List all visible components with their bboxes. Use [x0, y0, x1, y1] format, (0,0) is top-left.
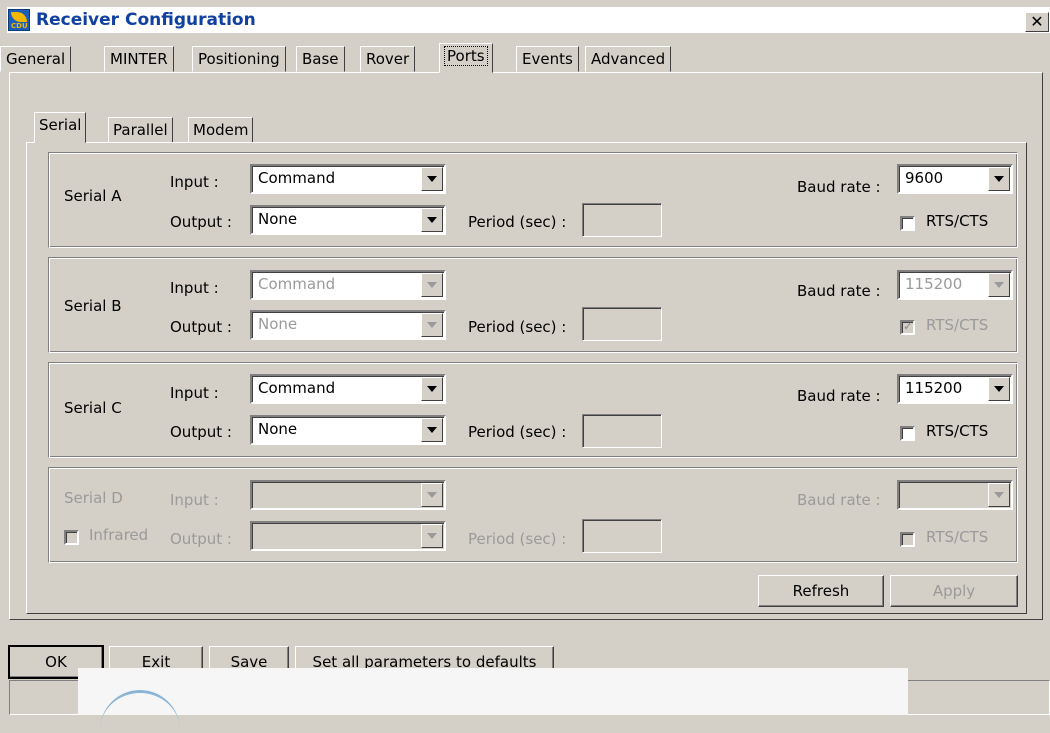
serial-c-baud-select[interactable]: 115200 — [897, 374, 1013, 404]
chevron-down-icon[interactable] — [421, 273, 443, 297]
chevron-down-icon[interactable] — [421, 377, 443, 401]
cdu-app-icon: CDU — [8, 9, 30, 31]
chevron-down-icon[interactable] — [421, 208, 443, 232]
tab-base[interactable]: Base — [296, 46, 345, 72]
subtab-serial[interactable]: Serial — [34, 112, 87, 143]
serial-c-rts-label: RTS/CTS — [926, 422, 989, 440]
apply-button[interactable]: Apply — [890, 575, 1018, 607]
serial-d-input-select[interactable] — [250, 480, 446, 510]
infrared-label: Infrared — [89, 526, 149, 544]
serial-d-rts-checkbox[interactable] — [900, 532, 915, 547]
serial-d-group — [48, 467, 1018, 563]
serial-d-period-label: Period (sec) : — [468, 530, 567, 548]
chevron-down-icon[interactable] — [421, 483, 443, 507]
serial-b-label: Serial B — [64, 297, 122, 315]
serial-b-rts-label: RTS/CTS — [926, 316, 989, 334]
serial-d-output-label: Output : — [170, 530, 232, 548]
serial-b-output-select[interactable]: None — [250, 310, 446, 340]
tab-rover[interactable]: Rover — [360, 46, 416, 72]
tab-positioning[interactable]: Positioning — [192, 46, 286, 72]
serial-d-period-input[interactable] — [582, 519, 662, 553]
serial-d-baud-select[interactable] — [897, 480, 1013, 510]
serial-c-rts-checkbox[interactable] — [900, 426, 915, 441]
serial-d-rts-label: RTS/CTS — [926, 528, 989, 546]
serial-a-period-label: Period (sec) : — [468, 213, 567, 231]
serial-a-output-select[interactable]: None — [250, 205, 446, 235]
close-button[interactable]: ✕ — [1025, 12, 1049, 32]
serial-a-baud-label: Baud rate : — [797, 178, 881, 196]
serial-c-baud-label: Baud rate : — [797, 387, 881, 405]
serial-c-label: Serial C — [64, 399, 122, 417]
serial-a-rts-checkbox[interactable] — [900, 216, 915, 231]
infrared-checkbox[interactable] — [64, 530, 79, 545]
check-icon: ✓ — [903, 319, 914, 333]
tab-minter[interactable]: MINTER — [104, 46, 174, 72]
serial-b-rts-checkbox[interactable]: ✓ — [900, 319, 915, 335]
serial-c-output-select[interactable]: None — [250, 415, 446, 445]
serial-d-label: Serial D — [64, 489, 123, 507]
tab-advanced[interactable]: Advanced — [585, 46, 672, 72]
serial-b-input-label: Input : — [170, 279, 219, 297]
serial-a-output-label: Output : — [170, 213, 232, 231]
serial-b-baud-label: Baud rate : — [797, 282, 881, 300]
serial-a-rts-label: RTS/CTS — [926, 212, 989, 230]
chevron-down-icon[interactable] — [988, 273, 1010, 297]
serial-a-baud-select[interactable]: 9600 — [897, 164, 1013, 194]
chevron-down-icon[interactable] — [988, 167, 1010, 191]
serial-a-label: Serial A — [64, 187, 122, 205]
chevron-down-icon[interactable] — [421, 524, 443, 548]
serial-c-period-label: Period (sec) : — [468, 423, 567, 441]
serial-d-baud-label: Baud rate : — [797, 491, 881, 509]
tab-events[interactable]: Events — [516, 46, 579, 72]
chevron-down-icon[interactable] — [988, 483, 1010, 507]
serial-a-input-label: Input : — [170, 173, 219, 191]
chevron-down-icon[interactable] — [421, 313, 443, 337]
serial-b-baud-select[interactable]: 115200 — [897, 270, 1013, 300]
serial-d-input-label: Input : — [170, 491, 219, 509]
chevron-down-icon[interactable] — [988, 377, 1010, 401]
subtab-modem[interactable]: Modem — [188, 117, 254, 143]
serial-a-period-input[interactable] — [582, 203, 662, 237]
serial-a-input-select[interactable]: Command — [250, 164, 446, 194]
serial-c-input-label: Input : — [170, 384, 219, 402]
serial-c-output-label: Output : — [170, 423, 232, 441]
serial-a-group — [48, 152, 1018, 248]
serial-d-output-select[interactable] — [250, 521, 446, 551]
serial-c-period-input[interactable] — [582, 414, 662, 448]
background-logo-strip — [78, 668, 908, 715]
serial-b-period-label: Period (sec) : — [468, 318, 567, 336]
chevron-down-icon[interactable] — [421, 167, 443, 191]
refresh-button[interactable]: Refresh — [758, 575, 884, 607]
serial-c-input-select[interactable]: Command — [250, 374, 446, 404]
serial-b-output-label: Output : — [170, 318, 232, 336]
tab-ports[interactable]: Ports — [439, 43, 493, 73]
tab-general[interactable]: General — [0, 46, 72, 72]
subtab-parallel[interactable]: Parallel — [108, 117, 173, 143]
serial-c-group — [48, 362, 1018, 458]
chevron-down-icon[interactable] — [421, 418, 443, 442]
serial-b-input-select[interactable]: Command — [250, 270, 446, 300]
window-title: Receiver Configuration — [36, 10, 256, 30]
serial-b-period-input[interactable] — [582, 307, 662, 341]
serial-b-group — [48, 257, 1018, 353]
